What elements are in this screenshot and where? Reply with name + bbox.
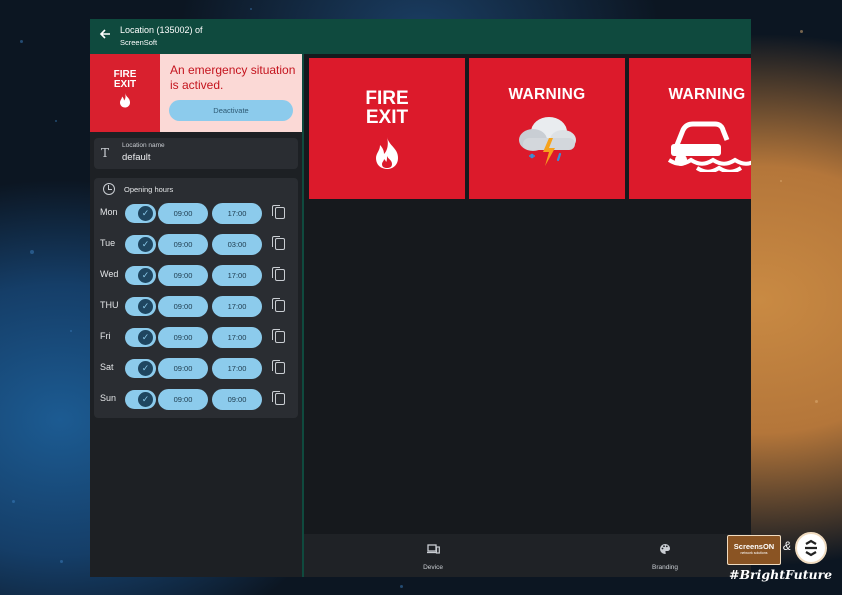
day-enabled-toggle[interactable]: ✓ [125,204,156,223]
brand-badge: ScreensON network solutions & #BrightFut… [725,527,833,589]
screenson-logo: ScreensON network solutions [727,535,781,565]
warning-storm-title: WARNING [508,86,586,103]
day-enabled-toggle[interactable]: ✓ [125,297,156,316]
opening-hours-row: Sat ✓ 09:00 17:00 [94,357,298,379]
page-title: Location (135002) of [120,25,203,35]
ampersand: & [783,539,792,553]
close-time-button[interactable]: 17:00 [212,296,262,317]
check-icon: ✓ [138,206,153,221]
tile-warning-storm[interactable]: WARNING [469,58,625,199]
fire-exit-line1: FIRE [365,88,409,109]
close-time-button[interactable]: 17:00 [212,265,262,286]
check-icon: ✓ [138,268,153,283]
day-label: Sun [100,393,117,403]
flame-icon [120,93,130,108]
location-name-label: Location name [122,142,165,149]
clock-icon [103,183,115,195]
check-icon: ✓ [138,237,153,252]
day-enabled-toggle[interactable]: ✓ [125,390,156,409]
content-preview-area: FIRE EXIT WARNING WARNING [304,54,751,577]
nav-branding[interactable]: Branding [625,534,705,577]
warning-flood-title: WARNING [668,86,746,103]
flooded-car-icon [667,121,751,172]
tile-fire-exit[interactable]: FIRE EXIT [309,58,465,199]
open-time-button[interactable]: 09:00 [158,327,208,348]
top-app-bar: Location (135002) of ScreenSoft [90,19,751,54]
copy-icon[interactable] [272,298,285,312]
fire-exit-thumbnail: FIRE EXIT [90,54,160,132]
partner-logo-icon [795,532,827,564]
open-time-button[interactable]: 09:00 [158,389,208,410]
open-time-button[interactable]: 09:00 [158,234,208,255]
devices-icon [427,544,440,554]
open-time-button[interactable]: 09:00 [158,358,208,379]
day-label: THU [100,300,119,310]
nav-device[interactable]: Device [393,534,473,577]
day-enabled-toggle[interactable]: ✓ [125,266,156,285]
opening-hours-row: Sun ✓ 09:00 09:00 [94,388,298,410]
open-time-button[interactable]: 09:00 [158,296,208,317]
opening-hours-row: THU ✓ 09:00 17:00 [94,295,298,317]
arrow-left-icon [99,29,110,39]
opening-hours-row: Wed ✓ 09:00 17:00 [94,264,298,286]
check-icon: ✓ [138,299,153,314]
opening-hours-row: Fri ✓ 09:00 17:00 [94,326,298,348]
back-button[interactable] [99,28,111,44]
opening-hours-card: Opening hours Mon ✓ 09:00 17:00 Tue ✓ 09:00 03:… [94,178,298,418]
hashtag-text: #BrightFuture [729,567,833,582]
thumbnail-line2: EXIT [113,79,137,90]
fire-exit-line2: EXIT [365,107,409,128]
flame-icon [376,137,398,169]
location-name-field[interactable]: T Location name default [94,138,298,169]
check-icon: ✓ [138,330,153,345]
location-name-value: default [122,152,151,163]
tile-warning-flood[interactable]: WARNING [629,58,751,199]
close-time-button[interactable]: 09:00 [212,389,262,410]
settings-panel: FIRE EXIT An emergency situation is acti… [90,54,302,577]
close-time-button[interactable]: 17:00 [212,327,262,348]
storm-cloud-icon [519,117,576,166]
nav-device-label: Device [423,564,443,571]
bottom-navigation: Device Branding [304,534,751,577]
copy-icon[interactable] [272,391,285,405]
close-time-button[interactable]: 17:00 [212,203,262,224]
opening-hours-row: Mon ✓ 09:00 17:00 [94,202,298,224]
day-label: Fri [100,331,111,341]
day-enabled-toggle[interactable]: ✓ [125,359,156,378]
day-label: Sat [100,362,114,372]
day-enabled-toggle[interactable]: ✓ [125,235,156,254]
day-label: Mon [100,207,118,217]
copy-icon[interactable] [272,360,285,374]
day-enabled-toggle[interactable]: ✓ [125,328,156,347]
copy-icon[interactable] [272,329,285,343]
copy-icon[interactable] [272,236,285,250]
check-icon: ✓ [138,392,153,407]
copy-icon[interactable] [272,267,285,281]
palette-icon [660,544,671,554]
check-icon: ✓ [138,361,153,376]
page-subtitle: ScreenSoft [120,38,158,47]
text-icon: T [101,146,110,160]
day-label: Wed [100,269,119,279]
emergency-alert: FIRE EXIT An emergency situation is acti… [90,54,302,132]
open-time-button[interactable]: 09:00 [158,203,208,224]
copy-icon[interactable] [272,205,285,219]
opening-hours-row: Tue ✓ 09:00 03:00 [94,233,298,255]
app-window: Location (135002) of ScreenSoft FIRE EXI… [90,19,751,577]
close-time-button[interactable]: 17:00 [212,358,262,379]
opening-hours-title: Opening hours [124,185,174,194]
nav-branding-label: Branding [651,564,679,571]
deactivate-button[interactable]: Deactivate [169,100,293,121]
alert-message: An emergency situation is actived. [170,63,296,92]
close-time-button[interactable]: 03:00 [212,234,262,255]
open-time-button[interactable]: 09:00 [158,265,208,286]
day-label: Tue [100,238,116,248]
